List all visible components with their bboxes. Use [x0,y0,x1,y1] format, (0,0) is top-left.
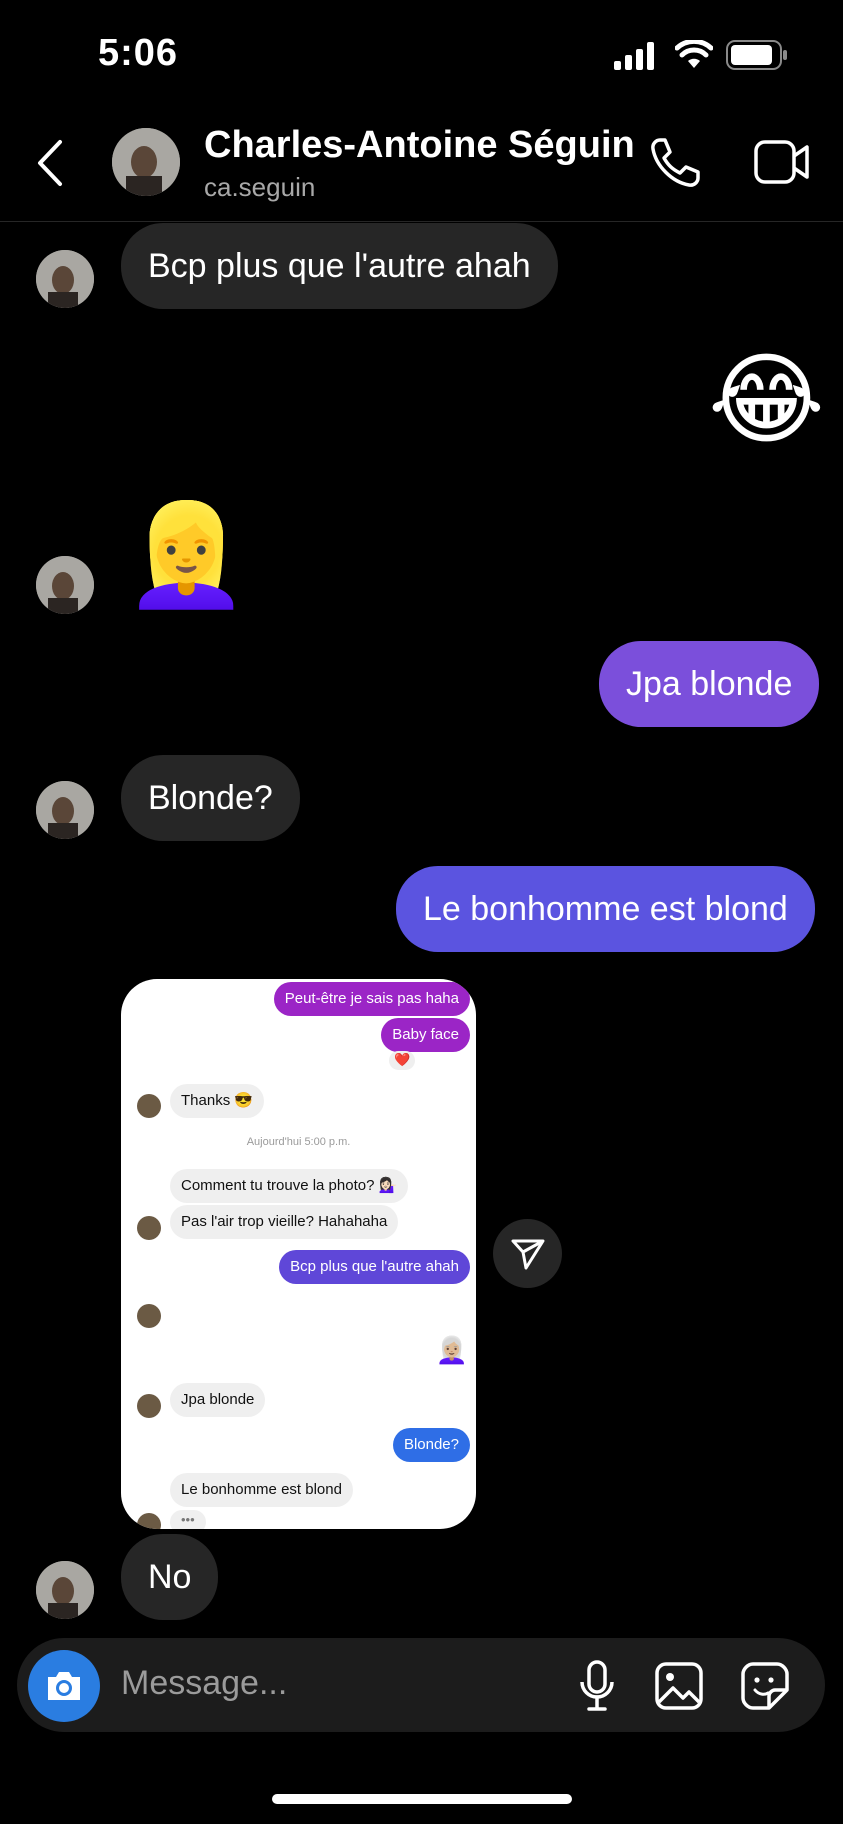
screenshot-bubble: Peut-être je sais pas haha [273,982,470,1016]
contact-avatar[interactable] [36,781,94,839]
screenshot-avatar [137,1304,161,1328]
screenshot-avatar [137,1216,161,1240]
home-indicator[interactable] [272,1794,572,1804]
status-time: 5:06 [98,32,179,74]
screenshot-emoji: 😂 [171,1291,204,1324]
contact-username[interactable]: ca.seguin [204,172,315,203]
screenshot-bubble: Jpa blonde [170,1383,266,1417]
screenshot-reaction: ❤️ [389,1051,416,1070]
wifi-icon [675,40,713,68]
screenshot-avatar [137,1094,161,1118]
battery-icon [726,40,787,70]
message-bubble-incoming[interactable]: Bcp plus que l'autre ahah [121,223,558,309]
screenshot-bubble: Comment tu trouve la photo? 💁🏻‍♀️ [170,1169,409,1203]
screenshot-timestamp: Aujourd'hui 5:00 p.m. [246,1136,351,1148]
contact-avatar[interactable] [36,250,94,308]
screenshot-emoji: 👩🏼‍🦳 [435,1336,468,1366]
camera-button[interactable] [28,1650,100,1722]
gallery-icon[interactable] [655,1662,703,1710]
message-emoji-incoming[interactable]: 👱‍♀️ [124,505,249,605]
screenshot-bubble: Baby face [381,1018,470,1052]
sticker-icon[interactable] [741,1662,789,1710]
screenshot-bubble: Le bonhomme est blond [170,1473,353,1507]
message-input[interactable]: Message... [121,1664,287,1703]
camera-icon [48,1672,80,1700]
message-bubble-outgoing[interactable]: Le bonhomme est blond [396,866,815,952]
share-button[interactable] [493,1219,562,1288]
signal-icon [614,42,654,70]
screenshot-bubble: Pas l'air trop vieille? Hahahaha [170,1205,399,1239]
contact-avatar[interactable] [36,1561,94,1619]
screenshot-bubble: Thanks 😎 [170,1084,265,1118]
screenshot-bubble: Bcp plus que l'autre ahah [279,1250,470,1284]
paper-plane-icon [511,1239,545,1270]
shared-screenshot-image[interactable]: Peut-être je sais pas haha Baby face ❤️ … [121,979,476,1529]
screenshot-avatar [137,1513,161,1529]
message-bubble-incoming[interactable]: No [121,1534,219,1620]
header-divider [0,221,843,222]
contact-avatar[interactable] [36,556,94,614]
back-chevron-icon[interactable] [34,138,64,188]
screenshot-bubble: Blonde? [392,1428,470,1462]
screenshot-typing: ••• [170,1510,206,1529]
screenshot-avatar [137,1394,161,1418]
header-avatar[interactable] [112,128,180,196]
microphone-icon[interactable] [578,1660,616,1712]
message-emoji-outgoing[interactable]: 😂 [708,350,825,450]
message-bubble-outgoing[interactable]: Jpa blonde [599,641,820,727]
message-bubble-incoming[interactable]: Blonde? [121,755,300,841]
contact-name[interactable]: Charles-Antoine Séguin [204,124,635,167]
video-call-icon[interactable] [754,138,810,186]
phone-call-icon[interactable] [648,136,702,190]
